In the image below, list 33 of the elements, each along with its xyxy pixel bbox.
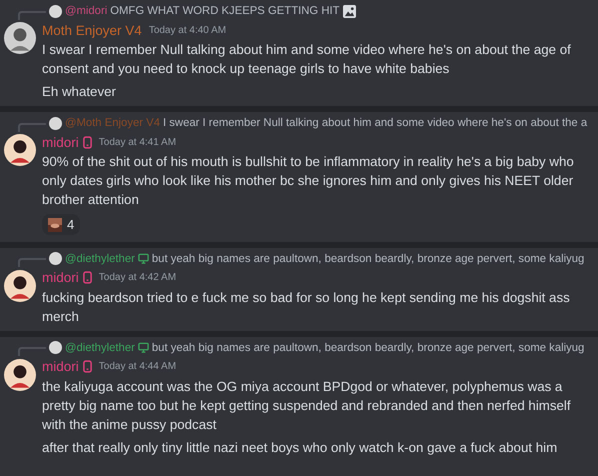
timestamp: Today at 4:40 AM: [148, 24, 226, 36]
avatar[interactable]: [4, 22, 36, 54]
avatar[interactable]: [4, 134, 36, 166]
author-name[interactable]: midori: [42, 270, 79, 285]
reply-connector: [18, 122, 46, 132]
timestamp: Today at 4:42 AM: [98, 272, 176, 283]
reply-preview[interactable]: OMFG WHAT WORD KJEEPS GETTING HIT: [110, 5, 340, 17]
avatar-icon: [49, 4, 62, 18]
avatar[interactable]: [4, 358, 36, 390]
message-text: 90% of the shit out of his mouth is bullshit to be inflammatory in reality he's a big baby who only dates girls who look like his mother bc she ignores him and only gives his NEET older brother attention: [42, 153, 575, 209]
reply-author[interactable]: @diethylether: [65, 342, 135, 354]
timestamp: Today at 4:44 AM: [98, 361, 176, 372]
reply-preview[interactable]: but yeah big names are paultown, beardson beardly, bronze age pervert, some kaliyug: [152, 252, 584, 264]
reply-connector: [18, 347, 46, 356]
reply-connector: [18, 10, 46, 20]
message-text: I swear I remember Null talking about him and some video where he's on about the age of consent and you need to knock up teenage girls to have white babies: [42, 41, 572, 78]
reply-connector: [18, 258, 46, 267]
message-text: Eh whatever: [42, 83, 117, 101]
reply-preview[interactable]: but yeah big names are paultown, beardson beardly, bronze age pervert, some kaliyug: [152, 342, 584, 354]
author-name[interactable]: midori: [42, 134, 79, 150]
author-name[interactable]: Moth Enjoyer V4: [42, 22, 142, 38]
timestamp: Today at 4:41 AM: [98, 136, 176, 148]
reaction-button[interactable]: 4: [42, 214, 80, 235]
avatar-icon: [49, 341, 62, 354]
avatar-icon: [49, 116, 62, 130]
message-text: after that really only tiny little nazi neet boys who only watch k-on gave a fuck about him: [42, 438, 558, 456]
avatar-icon: [49, 252, 62, 265]
reply-author[interactable]: @diethylether: [65, 252, 135, 264]
reply-author[interactable]: @midori: [65, 5, 108, 17]
message-text: fucking beardson tried to e fuck me so bad for so long he kept sending me his dogshit ass merch: [42, 288, 571, 326]
reply-preview[interactable]: I swear I remember Null talking about him and some video where he's on about the a: [162, 117, 588, 129]
author-name[interactable]: midori: [42, 359, 79, 374]
avatar[interactable]: [4, 270, 36, 302]
